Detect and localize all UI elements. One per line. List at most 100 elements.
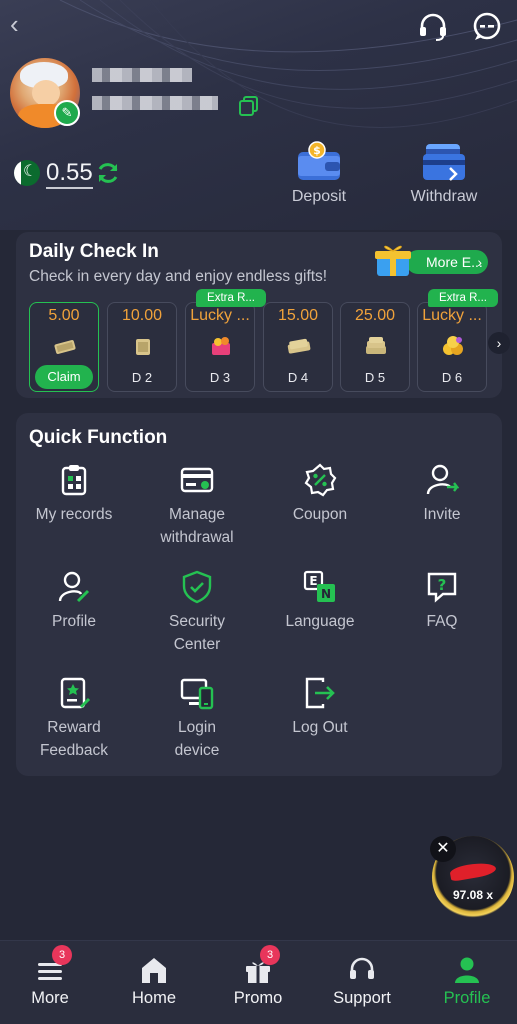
chevron-right-icon[interactable]: › <box>488 332 510 354</box>
cash-pile-icon <box>366 337 386 354</box>
more-events-label: More E... <box>426 254 483 270</box>
my-records-label: My records <box>35 506 113 523</box>
invite-button[interactable]: Invite <box>382 463 502 526</box>
tab-profile[interactable]: Profile <box>417 955 517 1008</box>
checkin-day-2[interactable]: 10.00 D 2 <box>107 302 177 392</box>
cash-icon <box>54 340 76 354</box>
day-label: D 3 <box>209 370 231 385</box>
checkin-day-5[interactable]: 25.00 D 5 <box>340 302 410 392</box>
day-amount: 10.00 <box>121 307 163 324</box>
tab-promo[interactable]: 3 Promo <box>208 945 308 1008</box>
cash-bundle-icon <box>287 338 311 354</box>
checkin-title: Daily Check In <box>29 241 159 262</box>
daily-checkin-card: Daily Check In Check in every day and en… <box>16 232 510 398</box>
copy-icon[interactable] <box>238 95 260 117</box>
lucky-gift-icon <box>212 337 230 355</box>
svg-text:E: E <box>309 574 317 588</box>
withdraw-label: Withdraw <box>410 188 478 205</box>
chevron-left-icon[interactable]: ‹ <box>10 10 34 38</box>
bottom-tab-bar: 3 More Home 3 Promo Support Profile <box>0 940 517 1024</box>
deposit-button[interactable]: $ Deposit <box>264 140 374 206</box>
day-amount: Lucky ... <box>422 307 482 324</box>
login-device-button[interactable]: Login device <box>137 676 257 762</box>
checkin-subtitle: Check in every day and enjoy endless gif… <box>29 268 328 285</box>
home-icon <box>142 958 166 983</box>
day-label: D 5 <box>364 370 386 385</box>
tab-promo-label: Promo <box>233 989 283 1007</box>
svg-text:N: N <box>321 587 331 601</box>
invite-user-icon <box>426 464 459 495</box>
checkin-day-6[interactable]: Extra R... Lucky ... D 6 <box>417 289 498 392</box>
pakistan-flag-icon <box>14 160 40 186</box>
wallet-icon: $ <box>298 141 340 180</box>
quick-function-title: Quick Function <box>29 427 168 448</box>
security-center-label-1: Security <box>169 613 225 630</box>
language-label: Language <box>285 613 355 630</box>
extra-reward-tag: Extra R... <box>428 289 498 307</box>
coupon-badge-icon <box>304 463 337 497</box>
language-button[interactable]: E N Language <box>260 570 380 633</box>
tab-home[interactable]: Home <box>104 955 204 1008</box>
login-device-label-1: Login <box>178 719 216 736</box>
checkin-day-4[interactable]: 15.00 D 4 <box>263 302 333 392</box>
withdraw-button[interactable]: Withdraw <box>389 140 499 206</box>
tab-support-label: Support <box>333 989 391 1007</box>
reward-document-icon <box>60 677 91 709</box>
day-label: D 4 <box>287 370 309 385</box>
deposit-label: Deposit <box>291 188 347 205</box>
log-out-button[interactable]: Log Out <box>260 676 380 739</box>
my-records-button[interactable]: My records <box>14 463 134 526</box>
profile-label: Profile <box>52 613 96 630</box>
profile-button[interactable]: Profile <box>14 570 134 633</box>
faq-button[interactable]: ? FAQ <box>382 570 502 633</box>
tab-profile-label: Profile <box>443 989 491 1007</box>
plane-icon <box>449 860 497 882</box>
devices-icon <box>180 678 214 710</box>
more-events-button[interactable]: More E... › <box>406 250 488 274</box>
balance-amount: 0.55 <box>46 159 93 189</box>
day-amount: 5.00 <box>48 307 80 324</box>
card-settings-icon <box>180 467 214 493</box>
chevron-right-icon: › <box>477 254 482 270</box>
checkin-day-1[interactable]: 5.00 Claim <box>29 302 99 392</box>
log-out-label: Log Out <box>292 719 348 736</box>
quick-function-card: Quick Function My records Manage withdra… <box>16 413 502 776</box>
checkin-day-3[interactable]: Extra R... Lucky ... D 3 <box>185 289 266 392</box>
svg-text:?: ? <box>438 576 447 594</box>
close-icon[interactable]: ✕ <box>430 836 456 862</box>
headset-icon <box>350 957 374 979</box>
tab-more[interactable]: 3 More <box>0 945 100 1008</box>
day-amount: 25.00 <box>354 307 396 324</box>
refresh-icon[interactable] <box>95 160 121 186</box>
svg-text:$: $ <box>313 144 321 157</box>
tab-more-label: More <box>31 989 69 1007</box>
chat-bubble-icon[interactable] <box>470 10 504 44</box>
language-icon: E N <box>303 570 335 602</box>
lucky-coins-icon <box>443 336 463 355</box>
user-id-redacted <box>92 96 218 110</box>
tab-support[interactable]: Support <box>312 955 412 1008</box>
security-center-button[interactable]: Security Center <box>137 570 257 656</box>
coupon-button[interactable]: Coupon <box>260 463 380 526</box>
headset-icon[interactable] <box>416 10 450 44</box>
card-withdraw-icon <box>423 144 465 181</box>
reward-feedback-button[interactable]: Reward Feedback <box>14 676 134 762</box>
edit-avatar-icon[interactable]: ✎ <box>54 100 80 126</box>
claim-button[interactable]: Claim <box>35 365 93 389</box>
login-device-label-2: device <box>174 742 220 759</box>
faq-icon: ? <box>427 572 457 603</box>
username-redacted <box>92 68 192 82</box>
manage-withdrawal-button[interactable]: Manage withdrawal <box>137 463 257 549</box>
day-label: D 2 <box>131 370 153 385</box>
user-edit-icon <box>58 571 90 603</box>
more-badge: 3 <box>52 945 72 965</box>
faq-label: FAQ <box>426 613 458 630</box>
promo-badge: 3 <box>260 945 280 965</box>
cash-stack-icon <box>136 339 150 355</box>
invite-label: Invite <box>423 506 461 523</box>
gift-box-icon <box>375 245 411 276</box>
shield-check-icon <box>182 570 212 604</box>
clipboard-icon <box>61 465 87 496</box>
extra-reward-tag: Extra R... <box>196 289 266 307</box>
reward-feedback-label-2: Feedback <box>39 742 109 759</box>
